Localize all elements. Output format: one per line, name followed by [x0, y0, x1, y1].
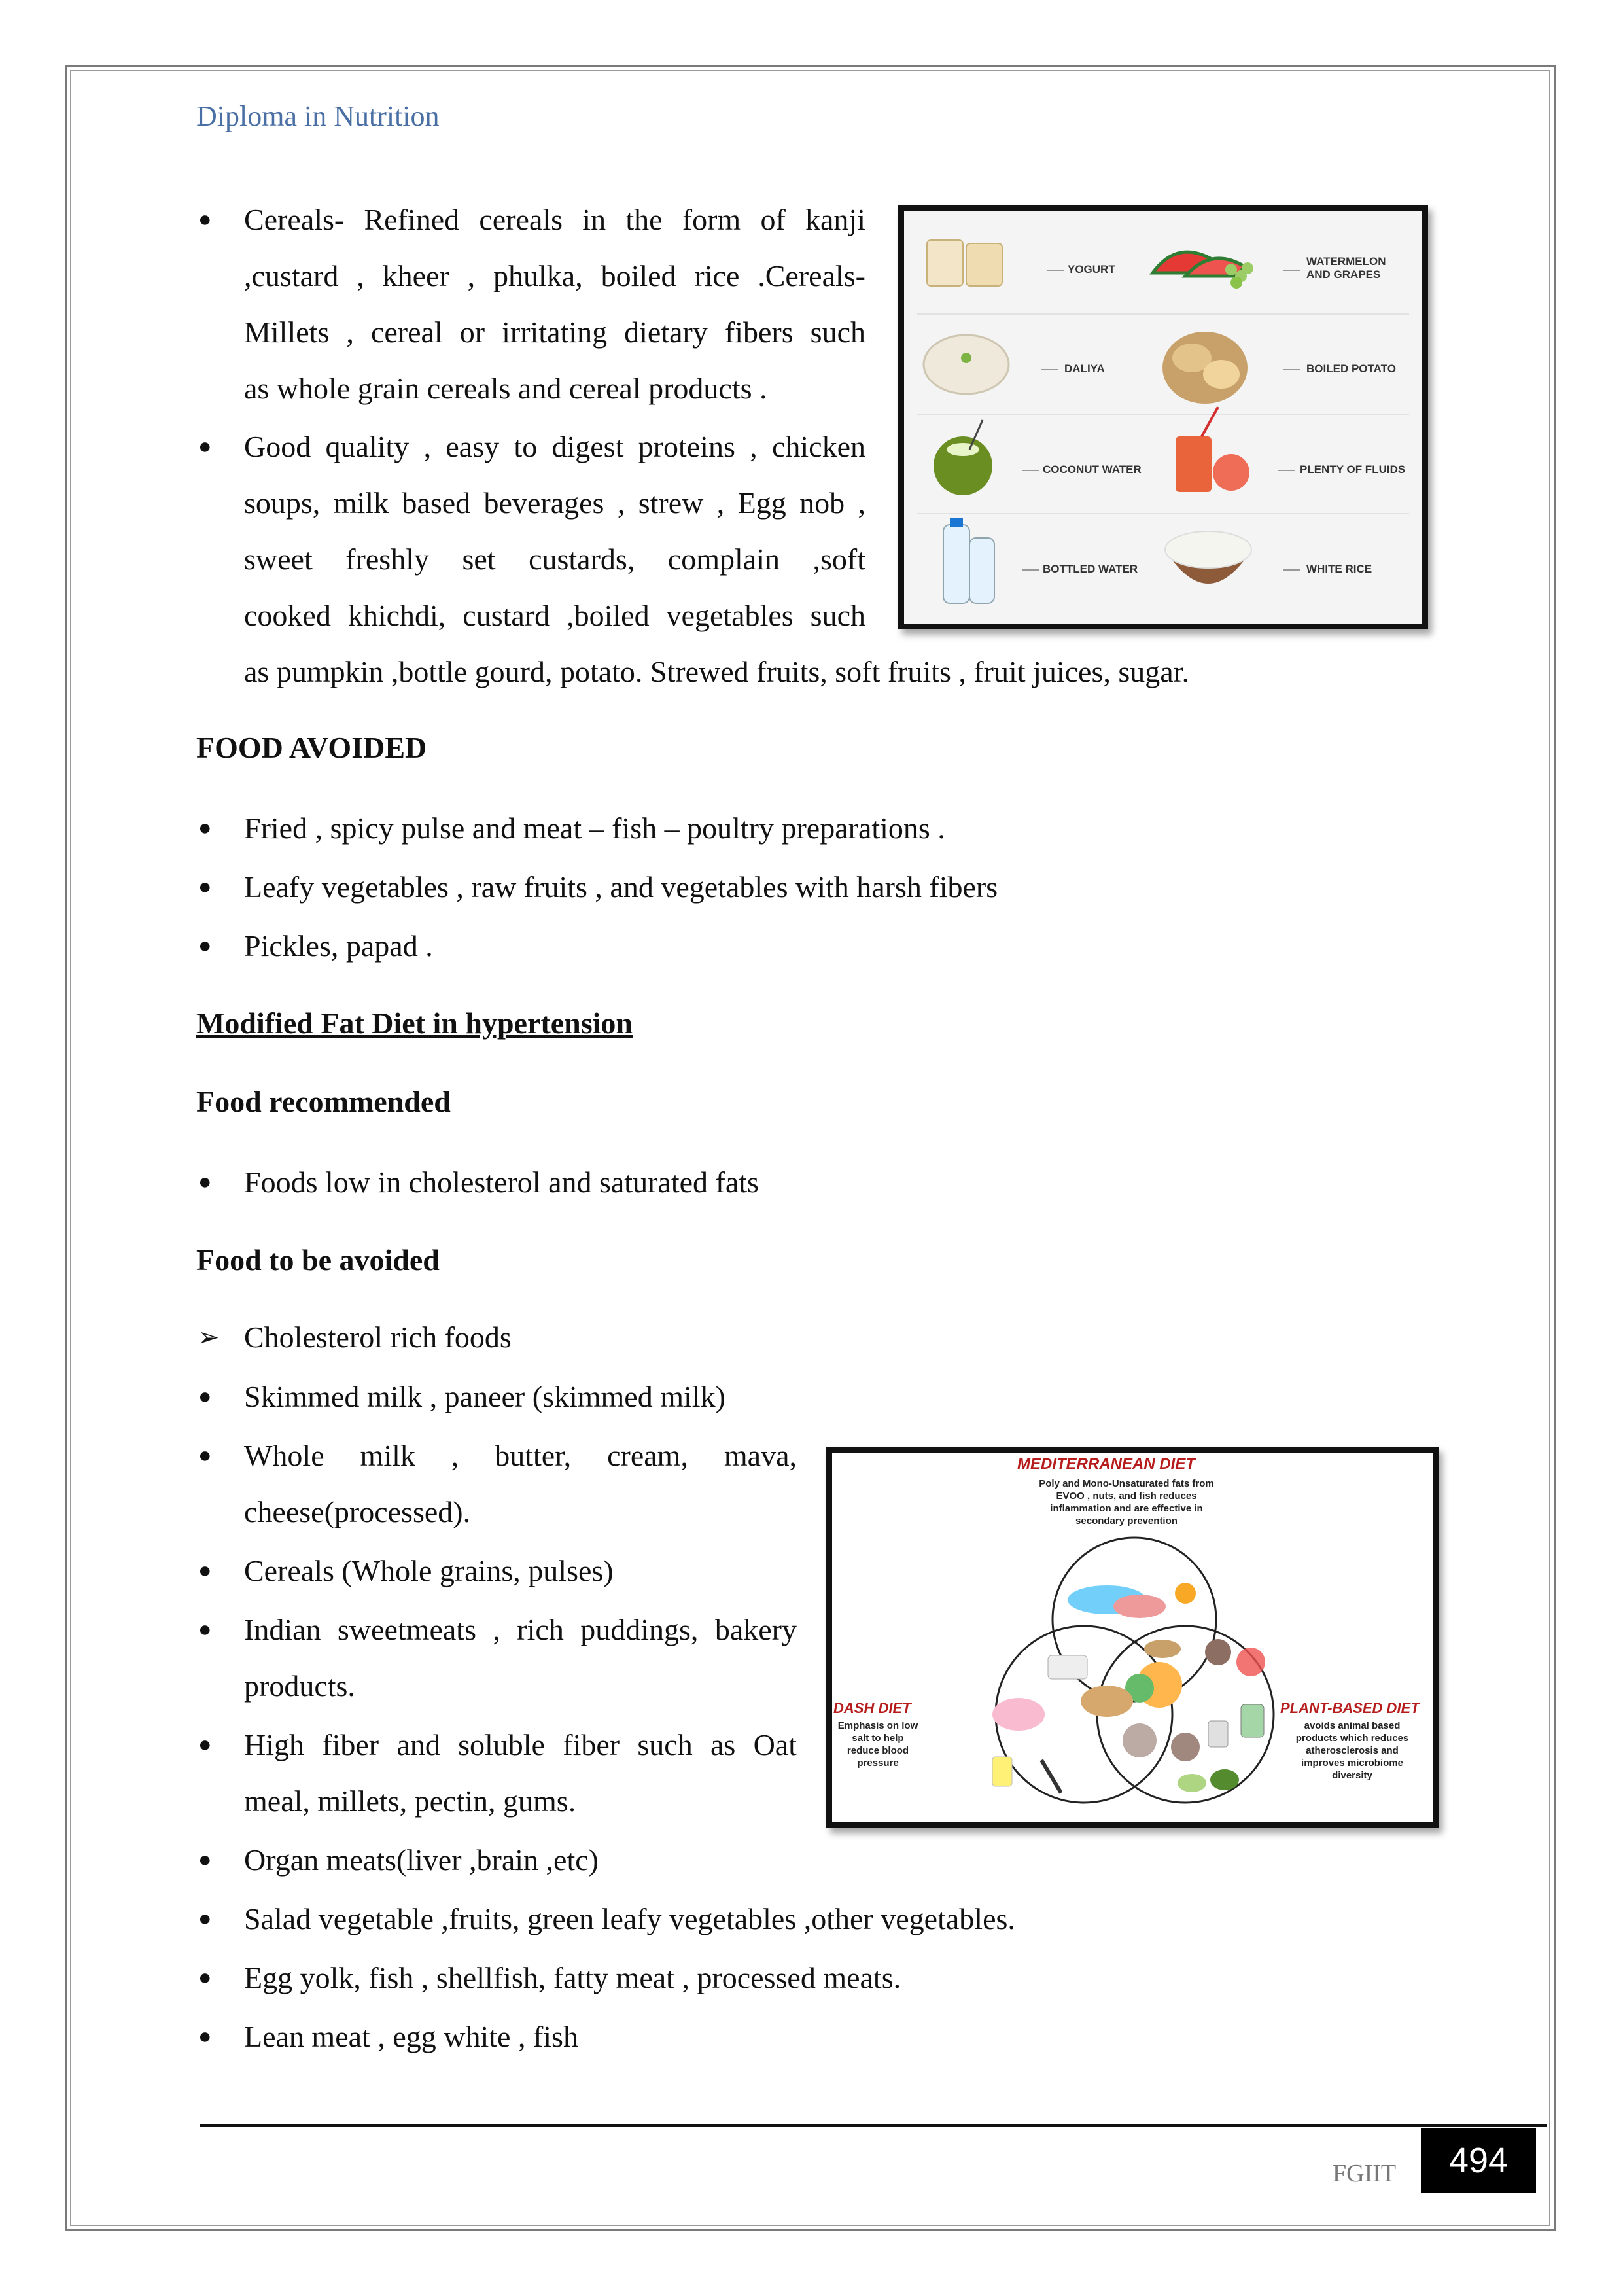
bullet-icon: ●	[198, 1559, 212, 1583]
diet-venn-image: MEDITERRANEAN DIET Poly and Mono-Unsatur…	[826, 1447, 1439, 1828]
food-to-avoid-heading: Food to be avoided	[196, 1243, 440, 1277]
bullet-icon: ●	[198, 1443, 212, 1468]
food-avoided-item: Pickles, papad .	[244, 929, 433, 963]
bullet-icon: ●	[198, 875, 212, 899]
bullet-icon: ●	[198, 1848, 212, 1872]
allowed-item-2-line-1: Good quality , easy to digest proteins ,…	[244, 430, 865, 463]
bullet-icon: ●	[198, 1907, 212, 1931]
bullet-icon: ●	[198, 1617, 212, 1642]
bullet-icon: ●	[198, 1385, 212, 1409]
plant-based-diet-text: avoids animal based products which reduc…	[1295, 1720, 1409, 1781]
avoid-item-line: High fiber and soluble fiber such as Oat	[244, 1728, 797, 1761]
avoid-item-line: Salad vegetable ,fruits, green leafy veg…	[244, 1902, 1015, 1935]
bullet-icon: ●	[198, 1170, 212, 1194]
allowed-item-1-line-3: Millets , cereal or irritating dietary f…	[244, 315, 865, 349]
label-bottled-water: BOTTLED WATER	[1043, 563, 1138, 575]
label-coconut-water: COCONUT WATER	[1043, 463, 1142, 476]
allowed-item-1-line-4: as whole grain cereals and cereal produc…	[244, 372, 767, 405]
label-yogurt: YOGURT	[1068, 263, 1115, 275]
label-connector	[1278, 470, 1295, 471]
label-white-rice: WHITE RICE	[1306, 563, 1372, 575]
bullet-icon: ●	[198, 1966, 212, 1990]
modified-fat-title: Modified Fat Diet in hypertension	[196, 1006, 633, 1040]
allowed-item-1-line-1: Cereals- Refined cereals in the form of …	[244, 203, 865, 236]
label-connector	[1022, 569, 1039, 571]
allowed-item-2-line-2: soups, milk based beverages , strew , Eg…	[244, 486, 865, 520]
avoid-item-line: meal, millets, pectin, gums.	[244, 1784, 576, 1818]
bullet-icon: ●	[198, 1733, 212, 1757]
arrow-item: Cholesterol rich foods	[244, 1320, 512, 1354]
label-watermelon-grapes: WATERMELON AND GRAPES	[1306, 255, 1386, 281]
avoid-item-line: Organ meats(liver ,brain ,etc)	[244, 1843, 599, 1877]
page-number: 494	[1421, 2128, 1536, 2193]
bullet-icon: ●	[198, 934, 212, 958]
running-header: Diploma in Nutrition	[196, 100, 440, 132]
arrow-bullet-icon: ➢	[198, 1322, 220, 1352]
avoid-item-line: cheese(processed).	[244, 1495, 471, 1528]
bullet-icon: ●	[198, 816, 212, 840]
allowed-foods-image: YOGURT WATERMELON AND GRAPES DALIYA BOIL…	[898, 205, 1428, 629]
label-connector	[1022, 470, 1039, 471]
mediterranean-diet-title: MEDITERRANEAN DIET	[1017, 1455, 1196, 1473]
label-plenty-of-fluids: PLENTY OF FLUIDS	[1300, 463, 1406, 476]
avoid-item-line: Egg yolk, fish , shellfish, fatty meat ,…	[244, 1961, 901, 1994]
recommended-item: Foods low in cholesterol and saturated f…	[244, 1165, 759, 1199]
allowed-item-2-line-4: cooked khichdi, custard ,boiled vegetabl…	[244, 599, 865, 632]
allowed-item-2-line-5: as pumpkin ,bottle gourd, potato. Strewe…	[244, 655, 1189, 688]
bullet-icon: ●	[198, 207, 212, 232]
food-avoided-item: Fried , spicy pulse and meat – fish – po…	[244, 811, 945, 845]
label-connector	[1283, 369, 1300, 370]
avoid-item-line: products.	[244, 1669, 355, 1703]
bullet-icon: ●	[198, 2024, 212, 2049]
label-connector	[1283, 569, 1300, 571]
dash-diet-text: Emphasis on low salt to help reduce bloo…	[837, 1720, 918, 1769]
bullet-icon: ●	[198, 434, 212, 459]
avoid-item-line: Skimmed milk , paneer (skimmed milk)	[244, 1380, 725, 1413]
plant-based-diet-title: PLANT-BASED DIET	[1280, 1700, 1420, 1716]
dash-diet-title: DASH DIET	[833, 1700, 911, 1716]
avoid-item-line: Whole milk , butter, cream, mava,	[244, 1439, 797, 1472]
footer-org: FGIIT	[1333, 2160, 1397, 2187]
mediterranean-diet-text: Poly and Mono-Unsaturated fats from EVOO…	[1039, 1478, 1214, 1527]
label-daliya: DALIYA	[1064, 362, 1105, 375]
label-connector	[1041, 369, 1058, 370]
food-recommended-heading: Food recommended	[196, 1085, 451, 1118]
allowed-item-2-line-3: sweet freshly set custards, complain ,so…	[244, 542, 865, 576]
food-avoided-item: Leafy vegetables , raw fruits , and vege…	[244, 870, 998, 904]
food-avoided-heading: FOOD AVOIDED	[196, 731, 427, 764]
avoid-item-line: Lean meat , egg white , fish	[244, 2020, 578, 2053]
label-connector	[1047, 270, 1064, 271]
avoid-item-line: Cereals (Whole grains, pulses)	[244, 1554, 614, 1587]
footer-rule	[200, 2124, 1547, 2127]
allowed-item-1-line-2: ,custard , kheer , phulka, boiled rice .…	[244, 259, 865, 292]
label-boiled-potato: BOILED POTATO	[1306, 362, 1396, 375]
avoid-item-line: Indian sweetmeats , rich puddings, baker…	[244, 1613, 797, 1646]
label-connector	[1283, 270, 1300, 271]
